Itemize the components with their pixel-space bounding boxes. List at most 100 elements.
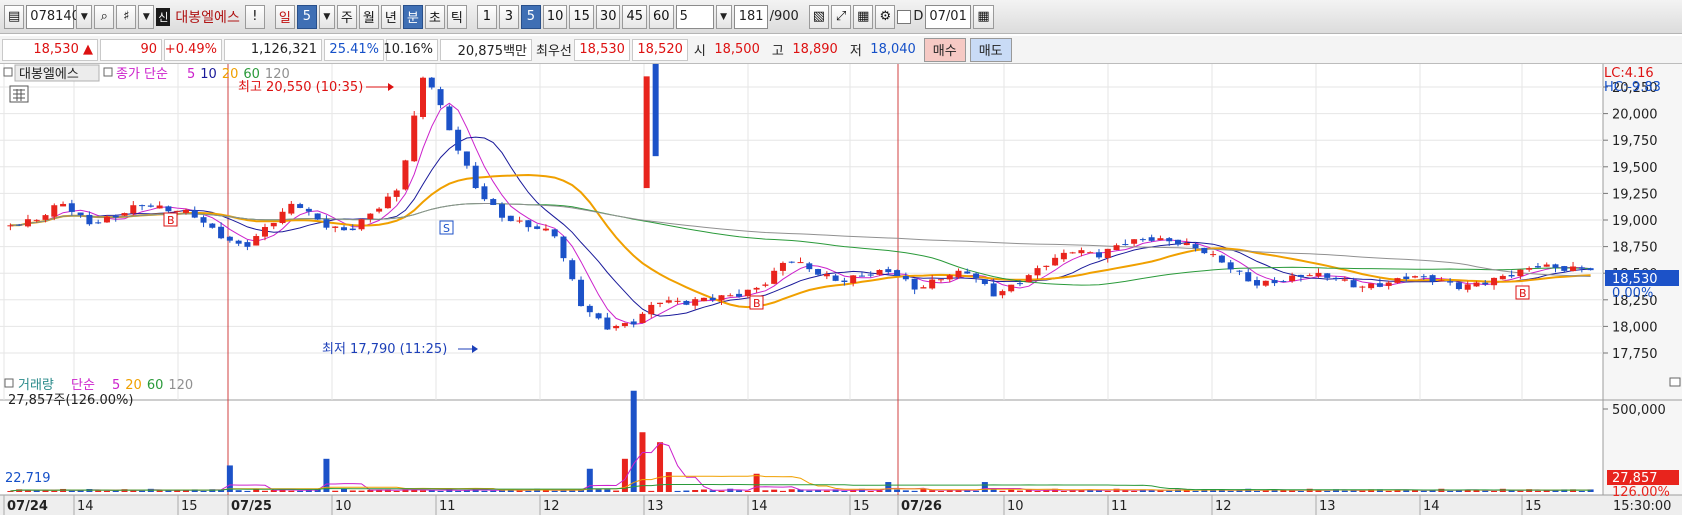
candle-body	[1025, 275, 1032, 283]
candle-body	[165, 206, 172, 212]
volume-bar	[955, 490, 962, 492]
volume-bar	[437, 490, 444, 492]
candle-type-icon[interactable]: ▧	[808, 4, 830, 29]
candle-body	[463, 151, 470, 166]
volume-bar	[1420, 490, 1427, 492]
layout-icon[interactable]: ▤	[4, 4, 25, 29]
candle-body	[376, 208, 383, 212]
candle-body	[1052, 257, 1059, 266]
date-input[interactable]: 07/01	[925, 4, 972, 29]
candle-body	[244, 242, 251, 247]
legend-stock-name: 대봉엘에스	[19, 67, 79, 82]
price-axis-label: 17,750	[1612, 347, 1658, 362]
candle-body	[1087, 252, 1094, 254]
day-dropdown-icon[interactable]: ▼	[318, 4, 335, 29]
search-icon[interactable]: ⌕	[94, 4, 115, 29]
candle-body	[1543, 264, 1550, 267]
interval-input[interactable]: 5	[675, 4, 714, 29]
candle-body	[305, 208, 312, 212]
calendar-icon[interactable]: ▦	[973, 4, 994, 29]
candle-body	[525, 220, 532, 228]
volume-bar	[139, 490, 146, 492]
interval-button-30[interactable]: 30	[595, 4, 621, 29]
buy-button[interactable]: 매수	[923, 37, 966, 62]
candle-body	[1174, 239, 1181, 245]
volume-bar	[771, 489, 778, 492]
sound-dropdown-icon[interactable]: ▼	[138, 4, 155, 29]
save-icon[interactable]: ▦	[853, 4, 874, 29]
interval-dropdown-icon[interactable]: ▼	[715, 4, 732, 29]
time-axis-label: 15	[853, 499, 870, 514]
candle-body	[779, 262, 786, 271]
candle-body	[1218, 255, 1225, 263]
toolbar: ▤ 078140 ▼ ⌕ ♯ ▼ 신 대봉엘에스 ! 일 5 ▼ 주 월 년 분…	[0, 0, 1682, 34]
volume-bar	[604, 489, 611, 492]
candle-body	[86, 214, 93, 225]
interval-button-3[interactable]: 3	[498, 4, 519, 29]
candle-body	[788, 261, 795, 263]
candle-body	[209, 223, 216, 228]
candle-body	[823, 274, 830, 277]
volume-bar	[244, 490, 251, 492]
candle-body	[841, 280, 848, 282]
candle-body	[718, 295, 725, 301]
candle-body	[1183, 243, 1190, 246]
high-label: 고	[771, 44, 784, 59]
interval-button-10[interactable]: 10	[542, 4, 568, 29]
volume-bar	[490, 490, 497, 492]
year-button[interactable]: 년	[380, 4, 401, 29]
sound-icon[interactable]: ♯	[116, 4, 137, 29]
interval-button-5[interactable]: 5	[520, 4, 541, 29]
day-count[interactable]: 5	[296, 4, 317, 29]
code-dropdown-icon[interactable]: ▼	[76, 4, 93, 29]
day-button[interactable]: 일	[274, 4, 295, 29]
legend-checkbox[interactable]	[4, 378, 14, 388]
second-button[interactable]: 초	[424, 4, 445, 29]
up-arrow-icon: ▲	[83, 42, 93, 57]
date-checkbox[interactable]	[897, 9, 912, 24]
svg-text:S: S	[443, 222, 450, 235]
interval-button-15[interactable]: 15	[569, 4, 594, 29]
candle-body	[999, 291, 1006, 296]
count-input[interactable]: 181	[733, 4, 768, 29]
candlestick-chart[interactable]: 대봉엘에스 종가 단순 5 10 20 60 120 20,25020,00019,75…	[0, 64, 1682, 515]
candle-body	[42, 215, 49, 220]
candle-body	[7, 225, 14, 227]
interval-button-1[interactable]: 1	[476, 4, 497, 29]
sell-button[interactable]: 매도	[969, 37, 1012, 62]
candle-body	[604, 317, 611, 330]
volume-bar	[200, 490, 207, 492]
legend-checkbox[interactable]	[103, 67, 113, 77]
stock-name: 대봉엘에스	[175, 9, 240, 26]
alert-button[interactable]: !	[244, 4, 265, 29]
volume-bar	[841, 490, 848, 492]
draw-tool-icon[interactable]: ⤢	[831, 4, 852, 29]
panel-collapse-icon[interactable]	[1669, 377, 1681, 387]
volume-bar	[103, 490, 110, 492]
volume-bar	[420, 490, 427, 492]
interval-button-45[interactable]: 45	[622, 4, 648, 29]
trade-volume: 1,126,321	[224, 38, 322, 61]
candle-body	[955, 270, 962, 278]
tick-button[interactable]: 틱	[446, 4, 467, 29]
volume-value: 27,857주(126.00%)	[8, 393, 133, 408]
week-button[interactable]: 주	[336, 4, 357, 29]
minute-button[interactable]: 분	[402, 4, 423, 29]
candle-body	[1534, 266, 1541, 268]
ma-legend-10: 10	[200, 67, 217, 82]
candle-body	[551, 229, 558, 237]
candle-body	[1359, 286, 1366, 288]
candle-body	[964, 271, 971, 274]
time-axis-label: 11	[1111, 499, 1128, 514]
stock-code-input[interactable]: 078140	[26, 4, 80, 29]
legend-checkbox[interactable]	[3, 67, 13, 77]
interval-button-60[interactable]: 60	[649, 4, 674, 29]
ma-legend-5: 5	[187, 67, 195, 82]
volume-bar	[700, 489, 707, 492]
candle-body	[744, 289, 751, 297]
settings-gear-icon[interactable]: ⚙	[875, 4, 896, 29]
month-button[interactable]: 월	[358, 4, 379, 29]
volume-bar	[551, 490, 558, 492]
volume-bar	[542, 490, 549, 492]
candle-body	[1148, 237, 1155, 241]
